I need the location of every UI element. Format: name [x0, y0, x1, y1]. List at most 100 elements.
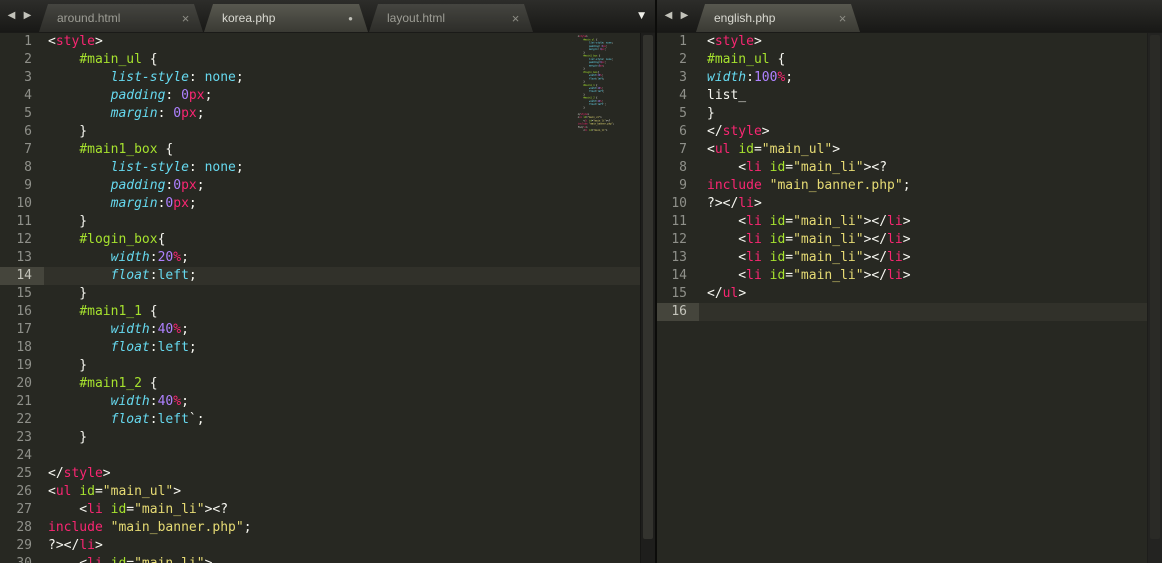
code-line-9[interactable]: 9 include "main_banner.php";: [657, 177, 1162, 195]
left-editor-area[interactable]: 1 <style> 2 #main_ul {3 list-style: none; 4…: [0, 33, 655, 563]
line-number[interactable]: 22: [0, 411, 44, 429]
line-number[interactable]: 5: [0, 105, 44, 123]
code-line-13[interactable]: 13 <li id="main_li"></li>: [657, 249, 1162, 267]
line-number[interactable]: 7: [657, 141, 699, 159]
code-line-18[interactable]: 18 float:left;: [0, 339, 655, 357]
code-line-4[interactable]: 4 list_: [657, 87, 1162, 105]
line-number[interactable]: 28: [0, 519, 44, 537]
line-number[interactable]: 25: [0, 465, 44, 483]
line-number[interactable]: 1: [657, 33, 699, 51]
line-number[interactable]: 12: [0, 231, 44, 249]
line-number[interactable]: 4: [0, 87, 44, 105]
code-line-12[interactable]: 12 #login_box{: [0, 231, 655, 249]
line-number[interactable]: 3: [657, 69, 699, 87]
line-number[interactable]: 2: [0, 51, 44, 69]
line-number[interactable]: 14: [657, 267, 699, 285]
left-scrollbar[interactable]: [640, 33, 655, 563]
line-number[interactable]: 13: [0, 249, 44, 267]
line-number[interactable]: 23: [0, 429, 44, 447]
line-number[interactable]: 3: [0, 69, 44, 87]
code-line-15[interactable]: 15 }: [0, 285, 655, 303]
line-number[interactable]: 27: [0, 501, 44, 519]
close-icon[interactable]: ×: [835, 11, 850, 26]
right-scrollbar[interactable]: [1147, 33, 1162, 563]
code-line-10[interactable]: 10 margin:0px;: [0, 195, 655, 213]
code-line-19[interactable]: 19 }: [0, 357, 655, 375]
code-line-22[interactable]: 22 float:left`;: [0, 411, 655, 429]
code-line-3[interactable]: 3 list-style: none;: [0, 69, 655, 87]
line-number[interactable]: 30: [0, 555, 44, 563]
left-scrollbar-thumb[interactable]: [643, 35, 653, 539]
line-number[interactable]: 12: [657, 231, 699, 249]
line-number[interactable]: 11: [657, 213, 699, 231]
line-number[interactable]: 21: [0, 393, 44, 411]
nav-back-icon[interactable]: ◀: [662, 10, 675, 21]
line-number[interactable]: 9: [657, 177, 699, 195]
tab-overflow-icon[interactable]: ▼: [638, 11, 645, 21]
code-line-7[interactable]: 7 <ul id="main_ul">: [657, 141, 1162, 159]
line-number[interactable]: 15: [0, 285, 44, 303]
modified-dot-icon[interactable]: ●: [343, 11, 358, 26]
code-line-1[interactable]: 1 <style>: [657, 33, 1162, 51]
code-line-30[interactable]: 30 <li id="main_li">: [0, 555, 655, 563]
code-line-10[interactable]: 10 ?></li>: [657, 195, 1162, 213]
line-number[interactable]: 13: [657, 249, 699, 267]
line-number[interactable]: 6: [0, 123, 44, 141]
line-number[interactable]: 11: [0, 213, 44, 231]
code-line-11[interactable]: 11 }: [0, 213, 655, 231]
tab-english.php[interactable]: english.php ×: [696, 4, 860, 32]
code-line-26[interactable]: 26 <ul id="main_ul">: [0, 483, 655, 501]
line-number[interactable]: 15: [657, 285, 699, 303]
line-number[interactable]: 5: [657, 105, 699, 123]
line-number[interactable]: 20: [0, 375, 44, 393]
code-line-16[interactable]: 16: [657, 303, 1162, 321]
code-line-21[interactable]: 21 width:40%;: [0, 393, 655, 411]
line-number[interactable]: 9: [0, 177, 44, 195]
code-line-12[interactable]: 12 <li id="main_li"></li>: [657, 231, 1162, 249]
code-line-14[interactable]: 14 <li id="main_li"></li>: [657, 267, 1162, 285]
code-line-7[interactable]: 7 #main1_box {: [0, 141, 655, 159]
code-line-17[interactable]: 17 width:40%;: [0, 321, 655, 339]
line-number[interactable]: 7: [0, 141, 44, 159]
code-line-13[interactable]: 13 width:20%;: [0, 249, 655, 267]
nav-forward-icon[interactable]: ▶: [21, 10, 34, 21]
line-number[interactable]: 16: [657, 303, 699, 321]
code-line-29[interactable]: 29 ?></li>: [0, 537, 655, 555]
code-line-2[interactable]: 2 #main_ul {: [0, 51, 655, 69]
line-number[interactable]: 14: [0, 267, 44, 285]
code-line-5[interactable]: 5 margin: 0px;: [0, 105, 655, 123]
line-number[interactable]: 26: [0, 483, 44, 501]
right-scrollbar-thumb[interactable]: [1150, 35, 1160, 539]
code-line-23[interactable]: 23 }: [0, 429, 655, 447]
code-line-2[interactable]: 2 #main_ul {: [657, 51, 1162, 69]
line-number[interactable]: 8: [0, 159, 44, 177]
code-line-16[interactable]: 16 #main1_1 {: [0, 303, 655, 321]
line-number[interactable]: 10: [0, 195, 44, 213]
close-icon[interactable]: ×: [178, 11, 193, 26]
line-number[interactable]: 8: [657, 159, 699, 177]
code-line-24[interactable]: 24: [0, 447, 655, 465]
code-line-6[interactable]: 6 }: [0, 123, 655, 141]
code-line-4[interactable]: 4 padding: 0px;: [0, 87, 655, 105]
line-number[interactable]: 4: [657, 87, 699, 105]
line-number[interactable]: 2: [657, 51, 699, 69]
line-number[interactable]: 29: [0, 537, 44, 555]
code-line-3[interactable]: 3 width:100%;: [657, 69, 1162, 87]
code-line-8[interactable]: 8 <li id="main_li"><?: [657, 159, 1162, 177]
code-line-5[interactable]: 5}: [657, 105, 1162, 123]
code-line-9[interactable]: 9 padding:0px;: [0, 177, 655, 195]
code-line-1[interactable]: 1 <style>: [0, 33, 655, 51]
line-number[interactable]: 19: [0, 357, 44, 375]
minimap[interactable]: 1<style>2 #main_ul {3 list-style: none;4…: [577, 35, 639, 559]
code-line-20[interactable]: 20 #main1_2 {: [0, 375, 655, 393]
tab-korea.php[interactable]: korea.php ●: [204, 4, 368, 32]
code-line-27[interactable]: 27 <li id="main_li"><?: [0, 501, 655, 519]
code-line-8[interactable]: 8 list-style: none;: [0, 159, 655, 177]
code-line-15[interactable]: 15 </ul>: [657, 285, 1162, 303]
line-number[interactable]: 18: [0, 339, 44, 357]
line-number[interactable]: 6: [657, 123, 699, 141]
code-line-14[interactable]: 14 float:left;: [0, 267, 655, 285]
code-line-28[interactable]: 28 include "main_banner.php";: [0, 519, 655, 537]
code-line-11[interactable]: 11 <li id="main_li"></li>: [657, 213, 1162, 231]
code-line-6[interactable]: 6 </style>: [657, 123, 1162, 141]
